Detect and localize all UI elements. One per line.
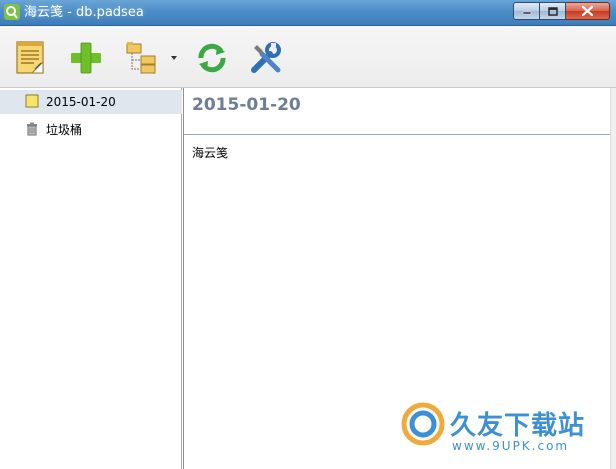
minimize-icon xyxy=(522,11,531,15)
app-window: 海云笺 - db.padsea 2015-01-20 垃圾桶 2015-01-2… xyxy=(0,0,616,469)
tree-item-label: 垃圾桶 xyxy=(46,123,83,137)
title-divider xyxy=(184,134,611,135)
tools-icon xyxy=(251,42,281,73)
minimize-button[interactable] xyxy=(513,2,540,20)
refresh-button[interactable] xyxy=(192,38,232,78)
watermark-logo-icon xyxy=(401,402,445,446)
window-controls xyxy=(513,2,610,20)
toolbar xyxy=(0,26,616,88)
editor-scrollbar[interactable] xyxy=(610,88,616,469)
tree-item-note-date[interactable]: 2015-01-20 xyxy=(0,90,182,114)
close-button[interactable] xyxy=(566,2,610,20)
notebook-tree: 2015-01-20 垃圾桶 xyxy=(0,88,182,469)
note-body[interactable]: 海云笺 xyxy=(192,144,228,161)
window-title: 海云笺 - db.padsea xyxy=(24,5,144,20)
note-title[interactable]: 2015-01-20 xyxy=(192,95,301,115)
app-logo-icon xyxy=(4,4,20,20)
folder-tree-icon xyxy=(126,42,156,74)
plus-icon xyxy=(71,42,101,74)
maximize-button[interactable] xyxy=(540,2,566,20)
title-bar[interactable]: 海云笺 - db.padsea xyxy=(0,0,616,26)
yellow-note-icon xyxy=(25,94,39,108)
watermark-text: 久友下载站 xyxy=(450,411,586,441)
tree-item-label: 2015-01-20 xyxy=(46,95,116,109)
new-note-button[interactable] xyxy=(10,38,50,78)
settings-button[interactable] xyxy=(246,38,286,78)
add-button[interactable] xyxy=(66,38,106,78)
maximize-icon xyxy=(547,6,558,16)
refresh-icon xyxy=(198,43,226,73)
close-icon xyxy=(582,6,593,16)
trash-icon xyxy=(27,122,37,136)
watermark: 久友下载站 www.9UPK.com xyxy=(400,401,610,461)
note-pad-icon xyxy=(16,41,44,74)
folders-dropdown-chevron-icon[interactable] xyxy=(171,56,177,60)
watermark-url: www.9UPK.com xyxy=(452,439,570,453)
tree-item-trash[interactable]: 垃圾桶 xyxy=(0,118,182,142)
folders-button[interactable] xyxy=(122,38,162,78)
